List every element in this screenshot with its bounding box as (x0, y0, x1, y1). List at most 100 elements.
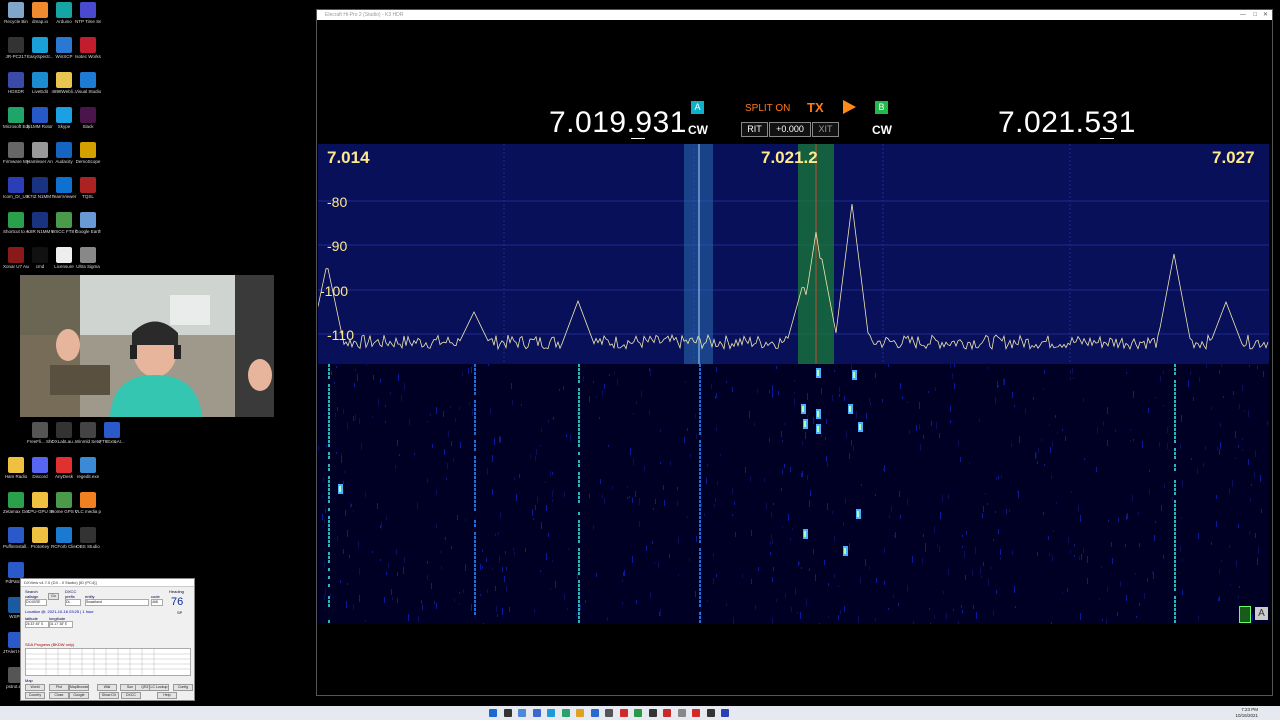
xit-button[interactable]: XIT (812, 122, 839, 137)
taskbar-app-icon[interactable] (576, 709, 584, 717)
waterfall-display[interactable]: A (318, 364, 1269, 624)
vfo-a-frequency[interactable]: 7.019.931 (549, 106, 687, 140)
tx-arrow-icon[interactable] (843, 100, 856, 114)
taskbar-app-icon[interactable] (619, 709, 628, 717)
desktop-icon[interactable]: Recycle Bin (3, 2, 29, 24)
taskbar-app-icon[interactable] (648, 709, 657, 717)
dxview-button-google[interactable]: Google (69, 692, 89, 699)
desktop-icon[interactable]: Ham Radio (3, 457, 29, 479)
desktop-icon[interactable]: Audacity (51, 142, 77, 164)
desktop-icon[interactable]: DXLabLau... (51, 422, 77, 444)
desktop-icon[interactable]: Ultra Sigma (75, 247, 101, 269)
taskbar-app-icon[interactable] (663, 709, 671, 717)
desktop-icon[interactable]: TQSL (75, 177, 101, 199)
desktop-icon[interactable]: JR-PC217 (3, 37, 29, 59)
rit-button[interactable]: RIT (741, 122, 768, 137)
dxview-button-mapbrowse[interactable]: MapBrowse (69, 684, 89, 691)
desktop-icon[interactable]: Winmld Setup (75, 422, 101, 444)
dxview-button-wiki[interactable]: Wiki (97, 684, 117, 691)
minimize-icon[interactable]: — (1240, 10, 1246, 20)
taskbar-app-icon[interactable] (692, 709, 700, 717)
dxview-button-close[interactable]: Close (49, 692, 69, 699)
vfo-a-mode[interactable]: CW (688, 123, 708, 137)
desktop-icon[interactable]: FreeFli... Shortcut (27, 422, 53, 444)
vfo-a-badge[interactable]: A (691, 101, 704, 114)
desktop-icon[interactable]: Firmware MyDXD (3, 142, 29, 164)
desktop-icon[interactable]: 4898Webli... (51, 72, 77, 94)
taskbar-app-icon[interactable] (590, 709, 599, 717)
desktop-icon[interactable]: Visual Studio Code (75, 72, 101, 94)
dxview-button-lc-lookup[interactable]: LC Lookup (149, 684, 169, 691)
desktop-icon[interactable]: AnyDesk (51, 457, 77, 479)
battery-icon[interactable] (1239, 606, 1251, 623)
rit-offset-value[interactable]: +0.000 (769, 122, 811, 137)
vfo-b-badge[interactable]: B (875, 101, 888, 114)
taskbar-clock[interactable]: 7:23 PM 10/16/2021 (1235, 707, 1258, 719)
desktop-icon[interactable]: ProtoKey (27, 527, 53, 549)
desktop-icon[interactable]: Hamlexer Antenna (27, 142, 53, 164)
desktop-icon[interactable]: Discord (27, 457, 53, 479)
code-field[interactable]: 468 (151, 599, 163, 606)
desktop-icon[interactable]: Zetamax Genius (3, 492, 29, 514)
desktop-icon[interactable]: K8R N1MM Logger (27, 212, 53, 234)
desktop-icon[interactable]: LiveEdit (27, 72, 53, 94)
dxview-button-plot[interactable]: Plot (49, 684, 69, 691)
desktop-icon[interactable]: Shortcut to Ant.Selector (3, 212, 29, 234)
close-icon[interactable]: ✕ (1263, 10, 1268, 20)
desktop-icon[interactable]: Licensure (51, 247, 77, 269)
prefix-field[interactable]: DL (65, 599, 81, 606)
desktop-icon[interactable]: Skype (51, 107, 77, 129)
desktop-icon[interactable]: Xonar U7 Audio Center (3, 247, 29, 269)
desktop-icon[interactable]: Isotec Workstation (75, 37, 101, 59)
dxview-window[interactable]: DXView v4.7.0 (DX - 0 Studio) [ID (PC4)]… (20, 578, 195, 701)
desktop-icon[interactable]: Arduino (51, 2, 77, 24)
desktop-icon[interactable]: WSCC FT8 frequency (51, 212, 77, 234)
a-button[interactable]: A (1255, 607, 1268, 620)
go-button[interactable]: Go (48, 593, 59, 600)
latitude-field[interactable]: 26 33' 45" S (25, 621, 49, 628)
taskbar-app-icon[interactable] (561, 709, 570, 717)
entity-field[interactable]: Swaziland (85, 599, 149, 606)
desktop-icon[interactable]: CPU-GPU Stats (27, 492, 53, 514)
desktop-icon[interactable]: Google Earth Pro (75, 212, 101, 234)
taskbar-app-icon[interactable] (547, 709, 555, 717)
taskbar-app-icon[interactable] (605, 709, 613, 717)
desktop-icon[interactable]: DemoScope (75, 142, 101, 164)
dxview-button-show-dx[interactable]: Show DX (99, 692, 119, 699)
desktop-icon[interactable]: regedit.exe (75, 457, 101, 479)
desktop-icon[interactable]: TeamViewer (51, 177, 77, 199)
taskbar-app-icon[interactable] (634, 709, 642, 717)
dxview-button-config[interactable]: Config (173, 684, 193, 691)
desktop-icon[interactable]: FT8Ext&Ar... (99, 422, 125, 444)
desktop-icon[interactable]: Slack (75, 107, 101, 129)
desktop-icon[interactable]: HDSDR (3, 72, 29, 94)
desktop-icon[interactable]: cmd (27, 247, 53, 269)
taskbar-app-icon[interactable] (532, 709, 541, 717)
desktop-icon[interactable]: dmap.io (27, 2, 53, 24)
dxview-button-country[interactable]: Country (25, 692, 45, 699)
desktop-icon[interactable]: EasySpectr... (27, 37, 53, 59)
taskbar-app-icon[interactable] (518, 709, 526, 717)
dxview-button-help[interactable]: Help (157, 692, 177, 699)
desktop-icon[interactable]: VLC media player (75, 492, 101, 514)
sdr-window[interactable]: Elecraft Hi-Pro 2 (Studio) - K3 HDR — □ … (316, 9, 1273, 696)
desktop-icon[interactable]: NTP Time Server (75, 2, 101, 24)
desktop-icon[interactable]: OBS Studio (75, 527, 101, 549)
taskbar-app-icon[interactable] (677, 709, 686, 717)
desktop-icon[interactable]: Home GPS Coordinate (51, 492, 77, 514)
dxview-button-dxcc[interactable]: DXCC (121, 692, 141, 699)
desktop-icon[interactable]: N1MM Rotor (27, 107, 53, 129)
desktop-icon[interactable]: PuffinInstall... (3, 527, 29, 549)
taskbar-app-icon[interactable] (503, 709, 512, 717)
taskbar-app-icon[interactable] (706, 709, 715, 717)
desktop-icon[interactable]: WinSCP (51, 37, 77, 59)
split-status[interactable]: SPLIT ON (745, 103, 790, 114)
dxview-button-world[interactable]: World (25, 684, 45, 691)
desktop-icon[interactable]: Icom_Dr_USB (3, 177, 29, 199)
taskbar-app-icon[interactable] (721, 709, 729, 717)
maximize-icon[interactable]: □ (1253, 10, 1257, 20)
taskbar-app-icon[interactable] (489, 709, 497, 717)
desktop-icon[interactable]: K7IZ N1MM Logger+ (27, 177, 53, 199)
vfo-b-mode[interactable]: CW (872, 123, 892, 137)
callsign-input[interactable]: DX4GRE (25, 599, 47, 606)
